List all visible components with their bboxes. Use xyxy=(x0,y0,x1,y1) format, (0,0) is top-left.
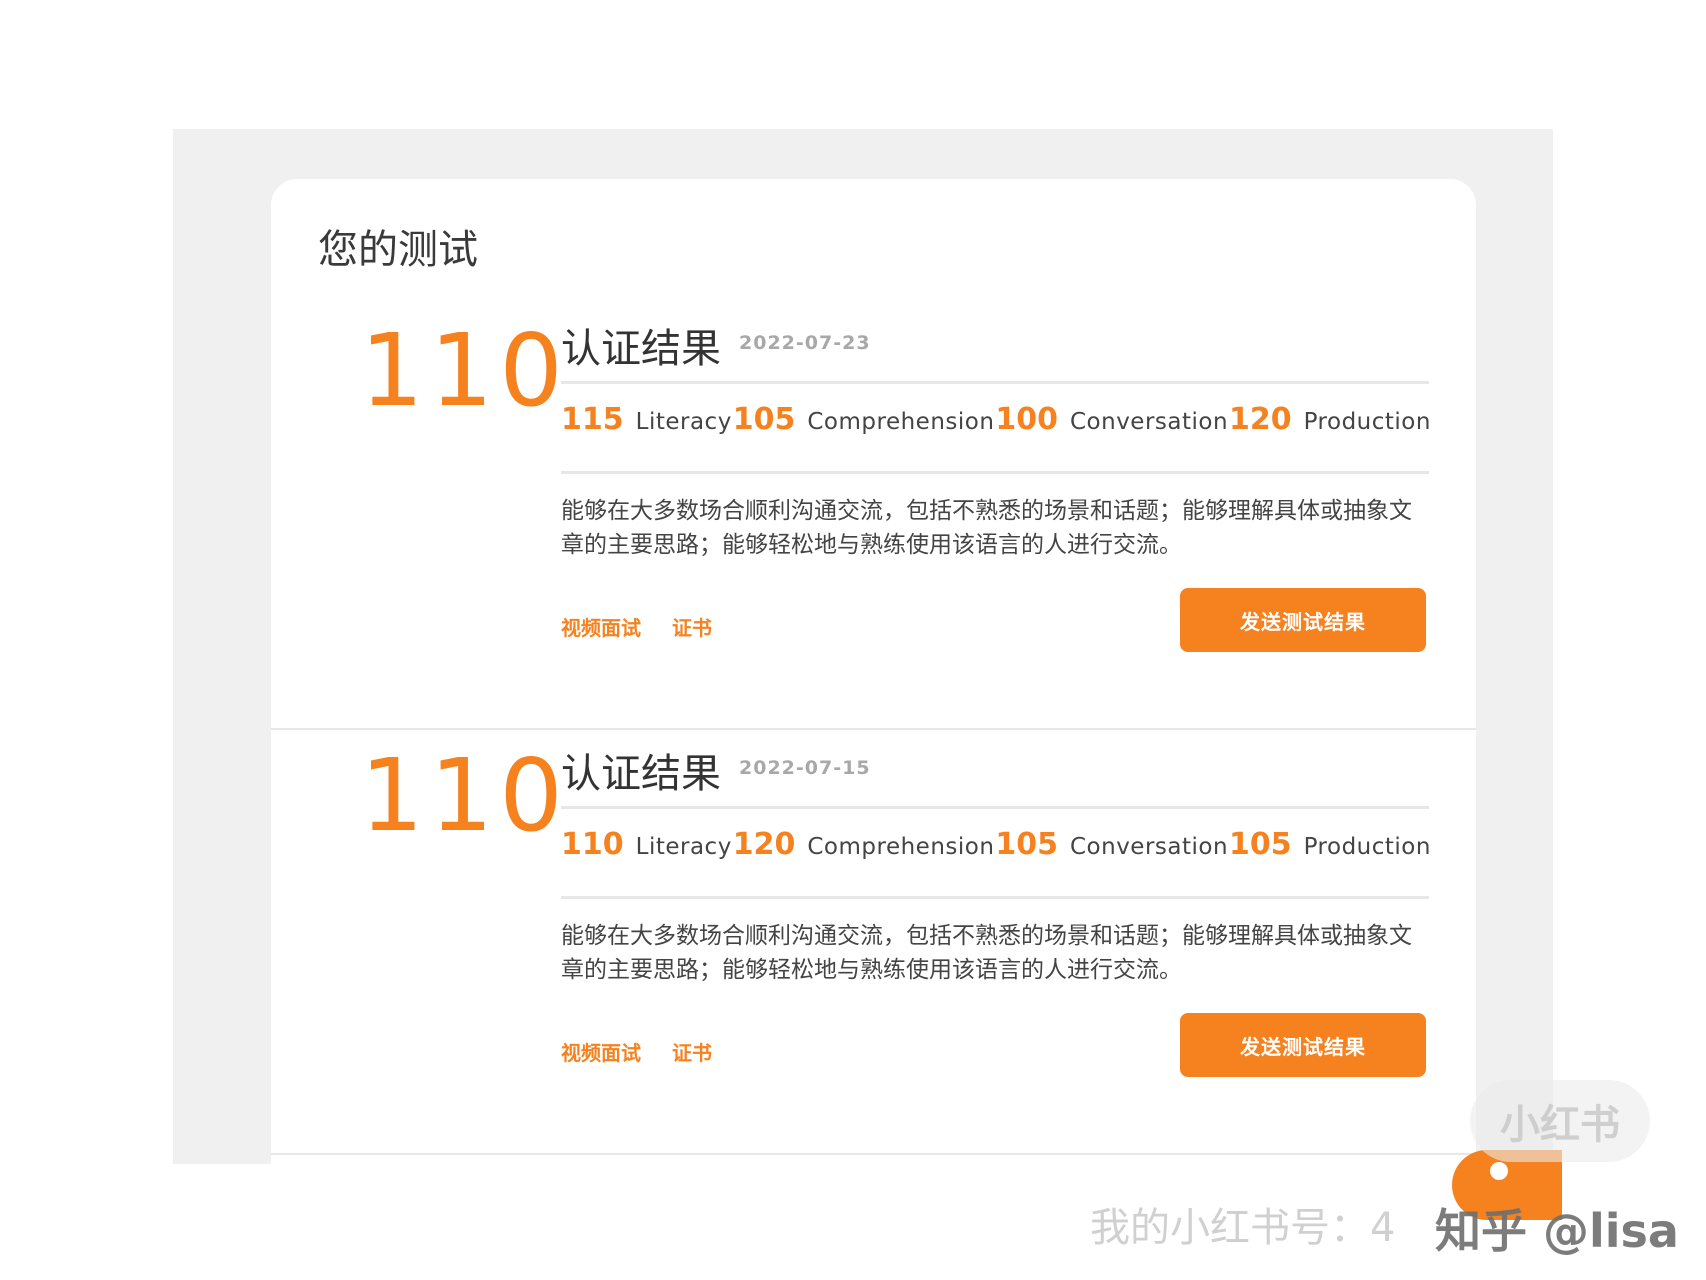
overall-score: 110 xyxy=(360,737,569,854)
certificate-link[interactable]: 证书 xyxy=(672,612,712,641)
subscore-literacy: 110 Literacy xyxy=(561,827,732,862)
subscore-value: 120 xyxy=(1228,402,1292,437)
divider xyxy=(561,471,1429,474)
subscore-literacy: 115 Literacy xyxy=(561,402,732,437)
subscore-label: Comprehension xyxy=(807,834,995,860)
subscore-value: 105 xyxy=(995,827,1058,862)
subscore-label: Conversation xyxy=(1069,834,1229,860)
watermark-zhihu-text: 知乎 @lisa xyxy=(1435,1204,1679,1258)
subscore-value: 105 xyxy=(1228,827,1292,862)
result-title: 认证结果 xyxy=(561,751,721,797)
section-title: 您的测试 xyxy=(318,227,478,273)
subscore-conversation: 105 Conversation xyxy=(995,827,1228,862)
result-date: 2022-07-15 xyxy=(739,757,871,779)
subscore-label: Comprehension xyxy=(807,409,995,435)
subscore-row: 110 Literacy 120 Comprehension 105 Conve… xyxy=(561,827,1431,877)
subscore-label: Conversation xyxy=(1069,409,1229,435)
subscore-label: Production xyxy=(1303,409,1431,435)
subscore-label: Production xyxy=(1303,834,1431,860)
send-results-button[interactable]: 发送测试结果 xyxy=(1180,588,1426,652)
subscore-value: 115 xyxy=(561,402,624,437)
test-result-item: 110 认证结果 2022-07-15 110 Literacy 120 Com… xyxy=(271,729,1476,1155)
send-results-button[interactable]: 发送测试结果 xyxy=(1180,1013,1426,1077)
result-description: 能够在大多数场合顺利沟通交流，包括不熟悉的场景和话题；能够理解具体或抽象文章的主… xyxy=(561,923,1412,983)
chat-icon xyxy=(1490,1162,1508,1180)
video-interview-link[interactable]: 视频面试 xyxy=(561,612,641,641)
divider xyxy=(561,806,1429,809)
certificate-link[interactable]: 证书 xyxy=(672,1037,712,1066)
subscore-production: 105 Production xyxy=(1229,827,1431,862)
overall-score: 110 xyxy=(360,312,569,429)
subscore-comprehension: 120 Comprehension xyxy=(733,827,995,862)
test-result-item: 110 认证结果 2022-07-23 115 Literacy 105 Com… xyxy=(271,304,1476,730)
subscore-value: 105 xyxy=(732,402,796,437)
result-title: 认证结果 xyxy=(561,326,721,372)
watermark-account-text: 我的小红书号：4 xyxy=(1090,1205,1396,1251)
subscore-conversation: 100 Conversation xyxy=(995,402,1228,437)
subscore-value: 120 xyxy=(732,827,796,862)
result-description: 能够在大多数场合顺利沟通交流，包括不熟悉的场景和话题；能够理解具体或抽象文章的主… xyxy=(561,498,1412,558)
divider xyxy=(561,896,1429,899)
result-date: 2022-07-23 xyxy=(739,332,871,354)
subscore-label: Literacy xyxy=(635,834,732,860)
divider xyxy=(561,381,1429,384)
subscore-value: 110 xyxy=(561,827,624,862)
subscore-comprehension: 105 Comprehension xyxy=(733,402,995,437)
subscore-row: 115 Literacy 105 Comprehension 100 Conve… xyxy=(561,402,1431,452)
tests-card: 您的测试 110 认证结果 2022-07-23 115 Literacy 10… xyxy=(271,179,1476,1164)
subscore-value: 100 xyxy=(995,402,1058,437)
page-background: 您的测试 110 认证结果 2022-07-23 115 Literacy 10… xyxy=(173,129,1553,1164)
video-interview-link[interactable]: 视频面试 xyxy=(561,1037,641,1066)
subscore-label: Literacy xyxy=(635,409,732,435)
subscore-production: 120 Production xyxy=(1229,402,1431,437)
watermark-badge: 小红书 xyxy=(1470,1080,1650,1162)
